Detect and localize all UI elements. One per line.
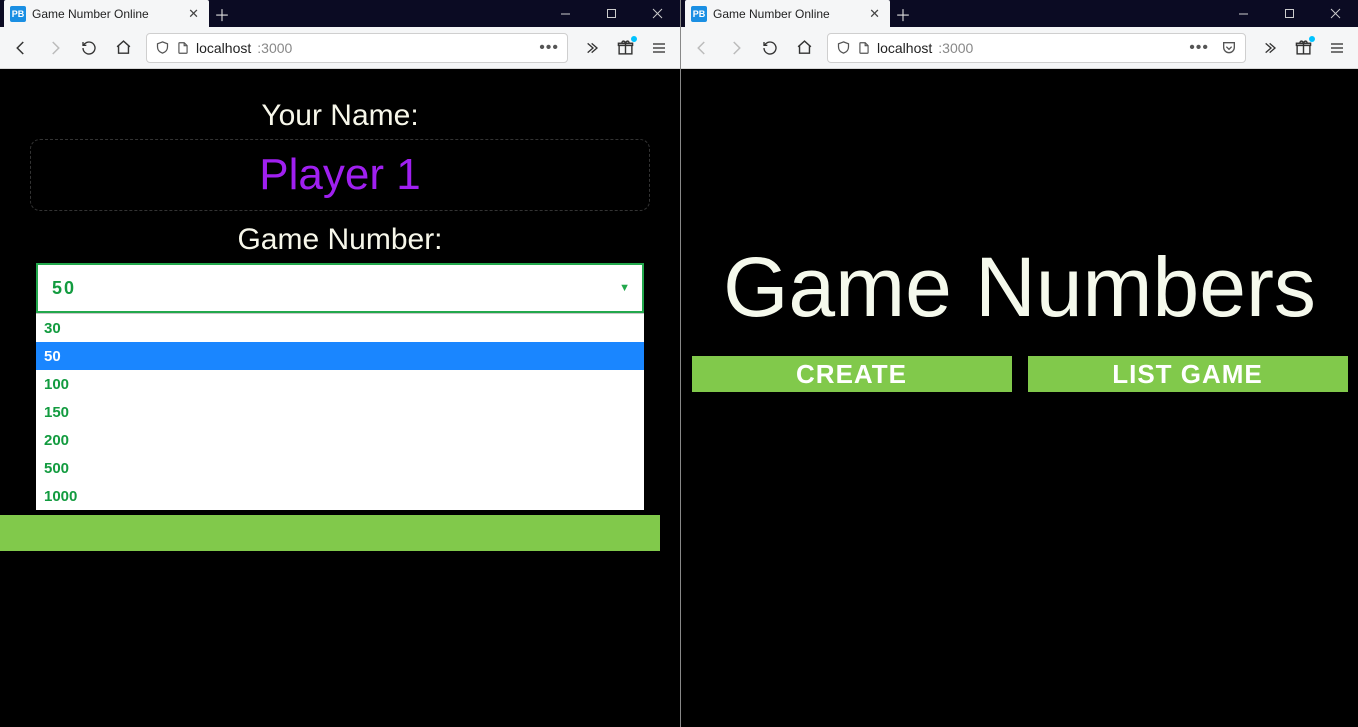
game-number-select[interactable]: 50 ▼ [36,263,644,313]
overflow-button[interactable] [576,33,606,63]
titlebar: PB Game Number Online ✕ ＋ [681,0,1358,27]
url-host: localhost [877,40,932,56]
window-minimize-button[interactable] [542,0,588,27]
window-maximize-button[interactable] [1266,0,1312,27]
tab-close-icon[interactable]: ✕ [867,6,882,22]
toolbar: localhost :3000 ••• [681,27,1358,69]
reload-button[interactable] [74,33,104,63]
page-actions-icon[interactable]: ••• [1189,39,1209,57]
pocket-icon[interactable] [1221,40,1237,56]
page-content-right: Game Numbers CREATE LIST GAME [681,69,1358,727]
window-maximize-button[interactable] [588,0,634,27]
submit-bar[interactable] [0,515,660,551]
list-game-button[interactable]: LIST GAME [1028,356,1348,392]
tab-close-icon[interactable]: ✕ [186,6,201,22]
right-window: PB Game Number Online ✕ ＋ localhost :3000… [681,0,1358,727]
page-actions-icon[interactable]: ••• [539,39,559,57]
url-host: localhost [196,40,251,56]
select-value: 50 [52,278,76,299]
whats-new-icon[interactable] [1288,33,1318,63]
number-label: Game Number: [20,223,660,257]
favicon: PB [691,6,707,22]
reload-button[interactable] [755,33,785,63]
page-content-left: Your Name: Game Number: 50 ▼ 30501001502… [0,69,680,727]
address-bar[interactable]: localhost :3000 ••• [146,33,568,63]
chevron-down-icon: ▼ [619,282,632,294]
window-close-button[interactable] [634,0,680,27]
favicon: PB [10,6,26,22]
toolbar: localhost :3000 ••• [0,27,680,69]
forward-button[interactable] [40,33,70,63]
menu-button[interactable] [1322,33,1352,63]
home-button[interactable] [789,33,819,63]
dropdown-option[interactable]: 500 [36,454,644,482]
dropdown-option[interactable]: 30 [36,314,644,342]
dropdown-option[interactable]: 1000 [36,482,644,510]
back-button[interactable] [6,33,36,63]
home-button[interactable] [108,33,138,63]
shield-icon [155,40,170,55]
create-button[interactable]: CREATE [692,356,1012,392]
overflow-button[interactable] [1254,33,1284,63]
tab-title: Game Number Online [713,7,867,21]
browser-tab[interactable]: PB Game Number Online ✕ [685,0,890,27]
forward-button[interactable] [721,33,751,63]
page-info-icon [176,41,190,55]
window-minimize-button[interactable] [1220,0,1266,27]
window-controls [542,0,680,27]
shield-icon [836,40,851,55]
page-info-icon [857,41,871,55]
titlebar: PB Game Number Online ✕ ＋ [0,0,680,27]
address-bar[interactable]: localhost :3000 ••• [827,33,1246,63]
url-port: :3000 [938,40,973,56]
window-controls [1220,0,1358,27]
left-window: PB Game Number Online ✕ ＋ localhost :3000… [0,0,681,727]
browser-tab[interactable]: PB Game Number Online ✕ [4,0,209,27]
new-tab-button[interactable]: ＋ [209,1,235,27]
tab-title: Game Number Online [32,7,186,21]
name-label: Your Name: [20,99,660,133]
dropdown-option[interactable]: 100 [36,370,644,398]
window-close-button[interactable] [1312,0,1358,27]
whats-new-icon[interactable] [610,33,640,63]
menu-button[interactable] [644,33,674,63]
dropdown-option[interactable]: 200 [36,426,644,454]
url-port: :3000 [257,40,292,56]
player-name-input[interactable] [30,139,650,211]
back-button[interactable] [687,33,717,63]
dropdown-option[interactable]: 150 [36,398,644,426]
page-title: Game Numbers [681,69,1358,336]
dropdown-option[interactable]: 50 [36,342,644,370]
game-number-dropdown: 30501001502005001000 [36,313,644,510]
new-tab-button[interactable]: ＋ [890,1,916,27]
